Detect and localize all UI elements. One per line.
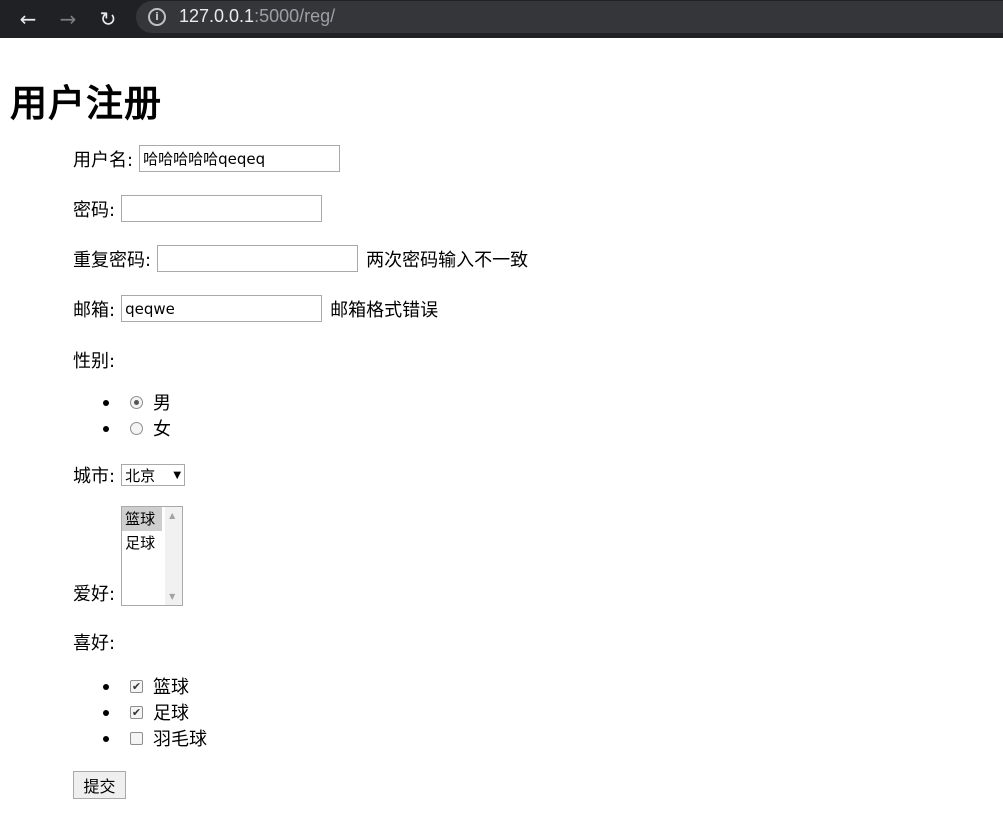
browser-toolbar: ← → ↻ i 127.0.0.1:5000/reg/ bbox=[0, 0, 1003, 38]
username-row: 用户名: bbox=[73, 145, 341, 172]
gender-label: 性别: bbox=[73, 351, 116, 372]
username-input[interactable] bbox=[139, 145, 341, 172]
likes-checkbox-basketball[interactable]: ✔ bbox=[130, 680, 143, 693]
username-label: 用户名: bbox=[73, 149, 134, 171]
repeat-password-input[interactable] bbox=[157, 245, 359, 272]
reload-icon[interactable]: ↻ bbox=[93, 4, 123, 34]
likes-row: 喜好: bbox=[73, 629, 115, 655]
page-title: 用户注册 bbox=[10, 82, 162, 125]
hobby-listbox[interactable]: 篮球 足球 ▲ ▼ bbox=[121, 506, 184, 606]
back-arrow-icon[interactable]: ← bbox=[13, 4, 43, 34]
gender-option-label: 男 bbox=[153, 393, 171, 414]
scroll-up-icon[interactable]: ▲ bbox=[169, 511, 175, 520]
list-item[interactable]: 男 bbox=[73, 389, 171, 415]
hobby-option-football[interactable]: 足球 bbox=[122, 531, 162, 555]
password-input[interactable] bbox=[121, 195, 323, 222]
hobby-row: 爱好: 篮球 足球 ▲ ▼ bbox=[73, 506, 184, 606]
list-item[interactable]: ✔ 篮球 bbox=[73, 673, 207, 699]
likes-checkbox-badminton[interactable] bbox=[130, 732, 143, 745]
likes-option-label: 羽毛球 bbox=[153, 729, 207, 750]
repeat-password-error: 两次密码输入不一致 bbox=[366, 249, 529, 271]
password-label: 密码: bbox=[73, 199, 116, 221]
repeat-password-label: 重复密码: bbox=[73, 249, 152, 271]
gender-radio-female[interactable] bbox=[130, 422, 143, 435]
gender-options: 男 女 bbox=[73, 389, 171, 441]
list-item[interactable]: 羽毛球 bbox=[73, 725, 207, 751]
likes-label: 喜好: bbox=[73, 633, 116, 654]
email-error: 邮箱格式错误 bbox=[330, 299, 439, 321]
dropdown-arrow-icon: ▼ bbox=[173, 469, 182, 481]
password-row: 密码: bbox=[73, 195, 323, 222]
likes-option-label: 足球 bbox=[153, 703, 189, 724]
forward-arrow-icon[interactable]: → bbox=[53, 4, 83, 34]
list-item[interactable]: 女 bbox=[73, 415, 171, 441]
repeat-password-row: 重复密码: 两次密码输入不一致 bbox=[73, 245, 528, 272]
list-item[interactable]: ✔ 足球 bbox=[73, 699, 207, 725]
email-label: 邮箱: bbox=[73, 299, 116, 321]
url-text[interactable]: 127.0.0.1:5000/reg/ bbox=[179, 6, 335, 27]
gender-option-label: 女 bbox=[153, 419, 171, 440]
listbox-scrollbar[interactable]: ▲ ▼ bbox=[165, 507, 183, 605]
gender-radio-male[interactable] bbox=[130, 396, 143, 409]
email-input[interactable] bbox=[121, 295, 323, 322]
city-select[interactable]: 北京 ▼ bbox=[121, 464, 186, 486]
address-bar[interactable]: i 127.0.0.1:5000/reg/ bbox=[136, 1, 1003, 33]
info-icon[interactable]: i bbox=[148, 8, 166, 26]
hobby-label: 爱好: bbox=[73, 584, 116, 605]
gender-row: 性别: bbox=[73, 347, 115, 373]
scroll-down-icon[interactable]: ▼ bbox=[169, 592, 175, 601]
likes-option-label: 篮球 bbox=[153, 677, 189, 698]
submit-button[interactable]: 提交 bbox=[73, 771, 126, 799]
city-selected-value: 北京 bbox=[125, 466, 156, 485]
email-row: 邮箱: 邮箱格式错误 bbox=[73, 295, 438, 322]
city-row: 城市: 北京 ▼ bbox=[73, 462, 186, 488]
hobby-option-basketball[interactable]: 篮球 bbox=[122, 507, 163, 531]
city-label: 城市: bbox=[73, 466, 116, 487]
likes-checkbox-football[interactable]: ✔ bbox=[130, 706, 143, 719]
likes-options: ✔ 篮球 ✔ 足球 羽毛球 bbox=[73, 673, 207, 751]
